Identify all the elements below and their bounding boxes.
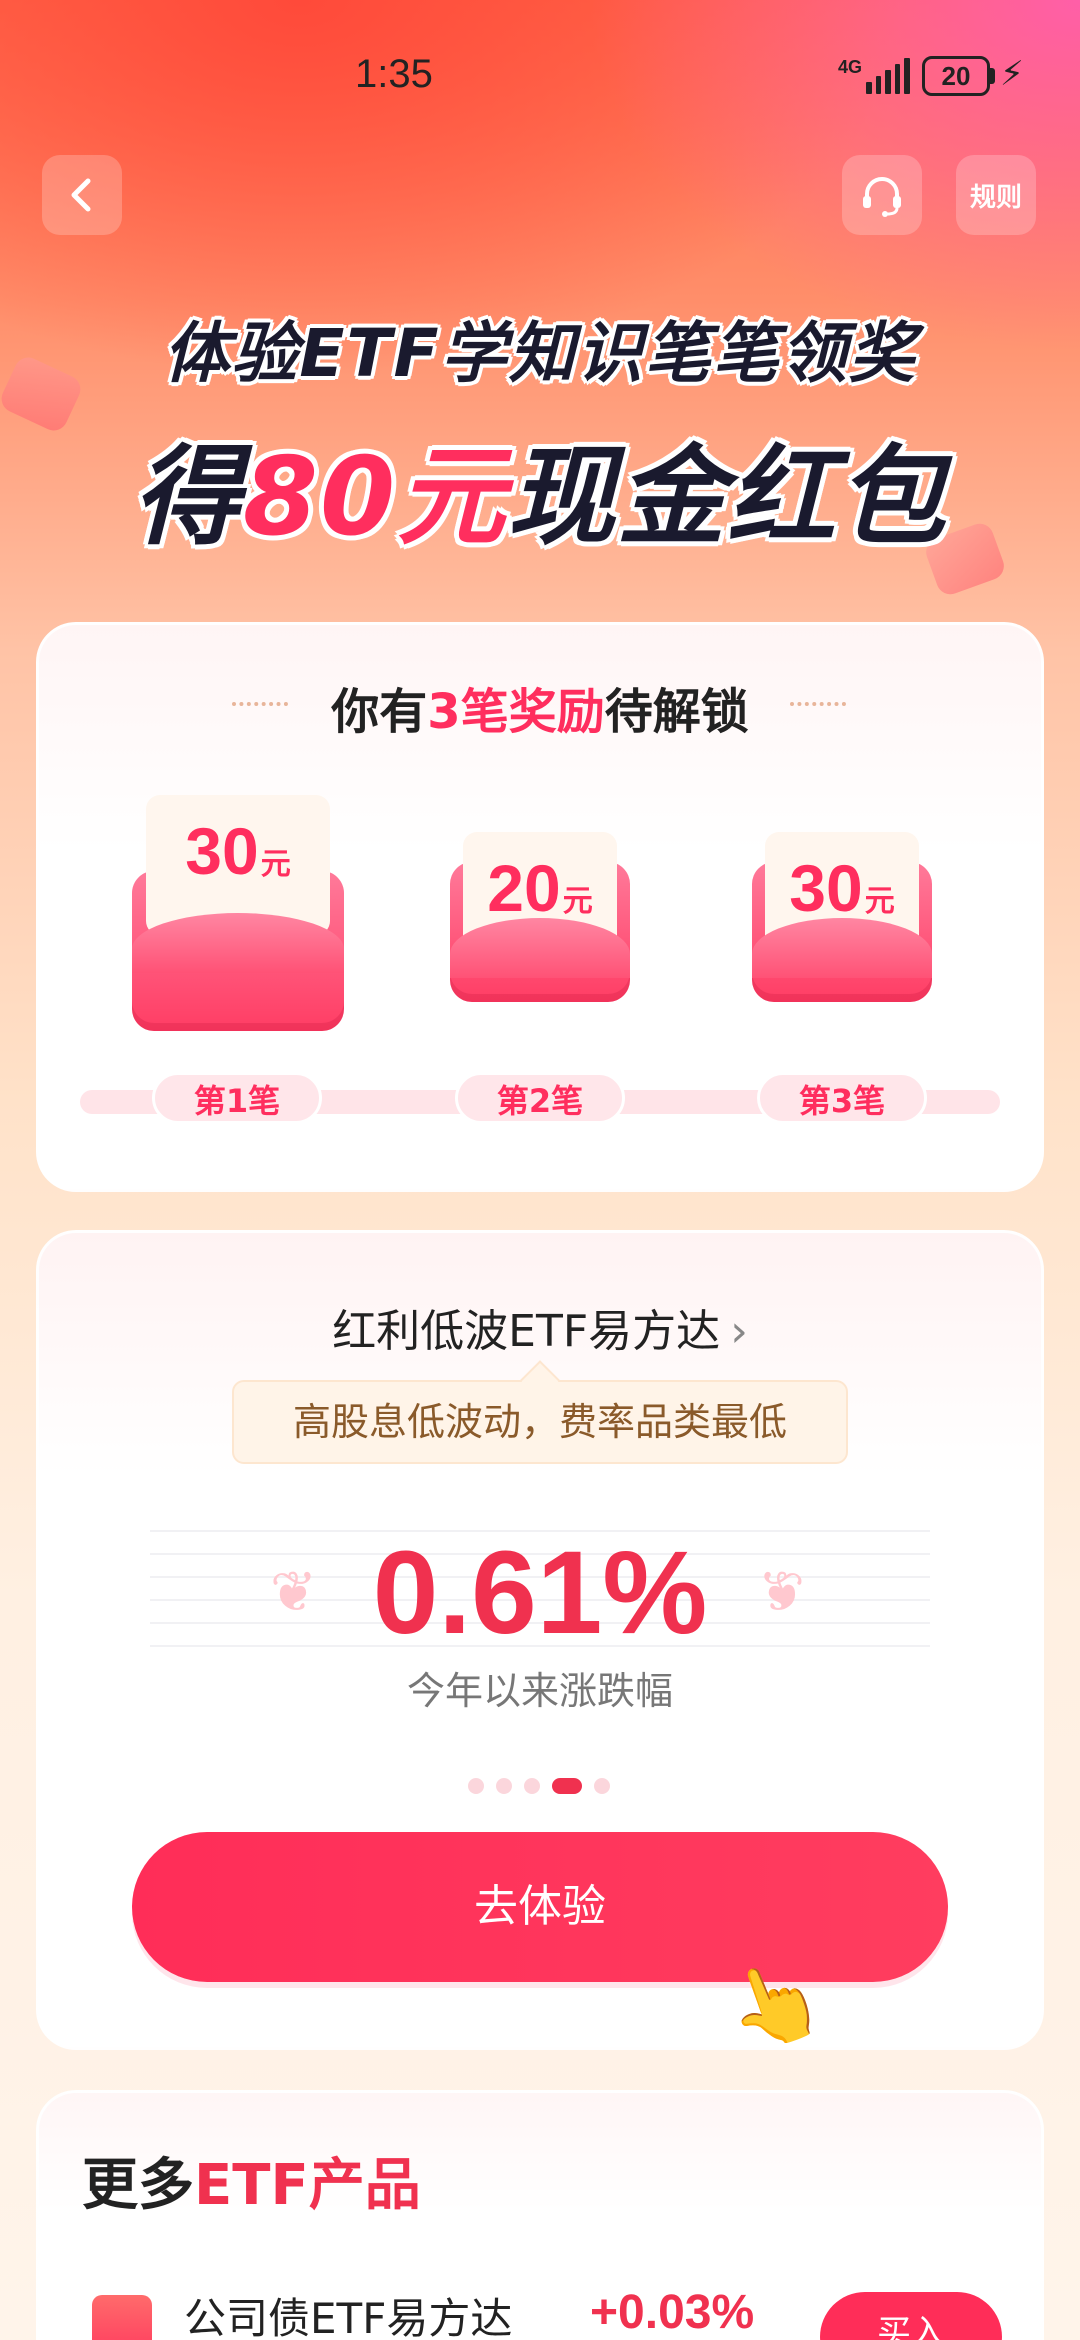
headline-suffix: 现金红包 bbox=[507, 435, 948, 560]
fund-return-value: 0.61% bbox=[372, 1527, 708, 1659]
fund-name: 红利低波ETF易方达 bbox=[332, 1306, 721, 1357]
reward-step-label-2: 第2笔 bbox=[455, 1072, 625, 1124]
rewards-title-prefix: 你有 bbox=[331, 684, 428, 740]
product-icon bbox=[92, 2295, 152, 2340]
status-time: 1:35 bbox=[355, 52, 433, 96]
rewards-title: 你有3笔奖励待解锁 bbox=[36, 672, 1044, 742]
battery-tip bbox=[990, 68, 995, 84]
pager-dot[interactable] bbox=[496, 1778, 512, 1794]
reward-packet-1[interactable]: 30 元 bbox=[132, 795, 344, 1031]
network-type: 4G bbox=[838, 57, 863, 77]
customer-service-button[interactable] bbox=[842, 155, 922, 235]
headline-line1: 体验ETF学知识笔笔领奖 bbox=[163, 315, 917, 392]
reward-unit: 元 bbox=[864, 884, 895, 919]
pager-dot[interactable] bbox=[468, 1778, 484, 1794]
back-button[interactable] bbox=[42, 155, 122, 235]
pager-dot[interactable] bbox=[524, 1778, 540, 1794]
pager-dot[interactable] bbox=[594, 1778, 610, 1794]
product-name[interactable]: 公司债ETF易方达 bbox=[184, 2285, 512, 2340]
rewards-title-count: 3笔奖励 bbox=[427, 684, 605, 740]
rules-button[interactable]: 规则 bbox=[956, 155, 1036, 235]
more-products-title: 更多ETF产品 bbox=[82, 2140, 421, 2221]
reward-packet-3[interactable]: 30 元 bbox=[752, 832, 932, 1002]
reward-step-label-3: 第3笔 bbox=[757, 1072, 927, 1124]
headline-amount: 80元 bbox=[242, 435, 508, 560]
fund-return-label: 今年以来涨跌幅 bbox=[406, 1669, 673, 1713]
rewards-title-suffix: 待解锁 bbox=[604, 684, 749, 740]
buy-button[interactable]: 买入 bbox=[820, 2292, 1002, 2340]
reward-step-label-1: 第1笔 bbox=[152, 1072, 322, 1124]
reward-amount: 30 bbox=[185, 814, 259, 888]
charging-icon: ⚡ bbox=[1000, 54, 1024, 94]
battery-indicator: 20 bbox=[922, 56, 990, 96]
reward-amount: 20 bbox=[487, 851, 561, 925]
more-title-highlight: ETF产品 bbox=[194, 2153, 421, 2218]
more-title-prefix: 更多 bbox=[82, 2153, 194, 2218]
headline-line2: 得80元现金红包 bbox=[0, 410, 1080, 566]
reward-unit: 元 bbox=[562, 884, 593, 919]
reward-packet-2[interactable]: 20 元 bbox=[450, 832, 630, 1002]
signal-icon bbox=[866, 58, 910, 94]
carousel-pager[interactable] bbox=[468, 1778, 610, 1794]
pager-dot-active[interactable] bbox=[552, 1778, 582, 1794]
fund-name-link[interactable]: 红利低波ETF易方达 › bbox=[36, 1295, 1044, 1359]
headline-prefix: 得 bbox=[132, 435, 243, 560]
reward-amount: 30 bbox=[789, 851, 863, 925]
try-now-button[interactable]: 去体验 bbox=[132, 1832, 948, 1982]
reward-unit: 元 bbox=[260, 847, 291, 882]
headset-icon bbox=[863, 177, 901, 217]
chevron-left-icon bbox=[71, 178, 91, 212]
product-change: +0.03% bbox=[590, 2286, 755, 2339]
chevron-right-icon: › bbox=[730, 1306, 748, 1357]
